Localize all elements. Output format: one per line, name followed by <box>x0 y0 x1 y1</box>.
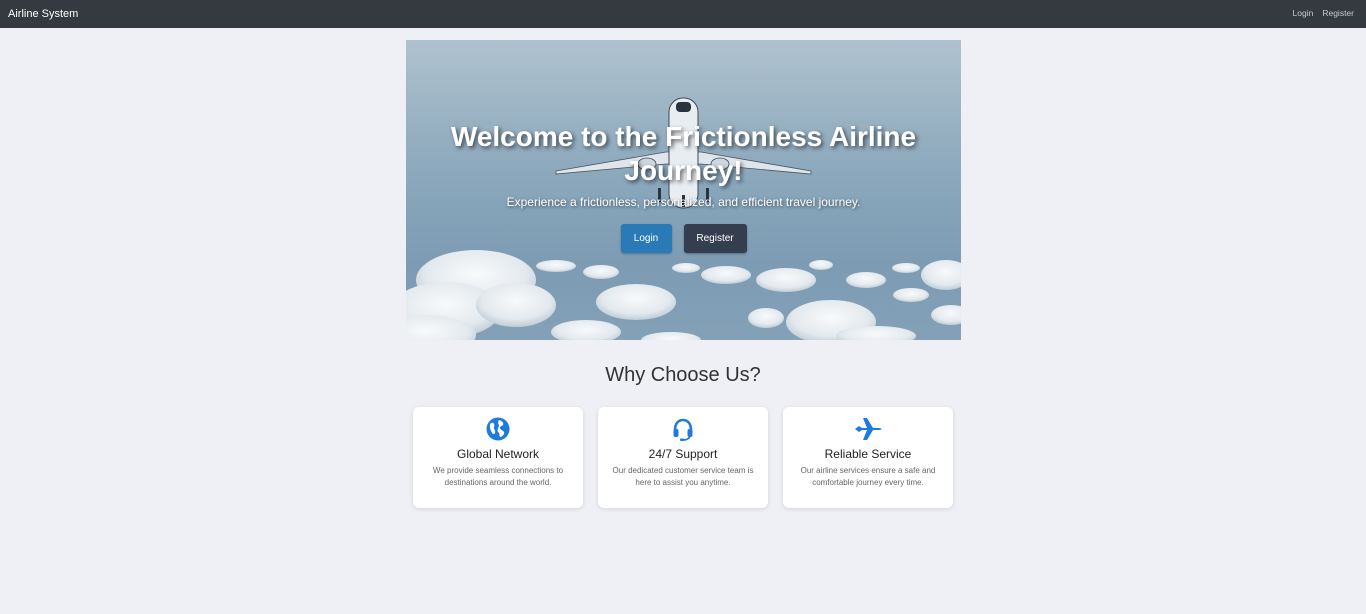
feature-card-global-network: Global Network We provide seamless conne… <box>413 407 583 508</box>
top-navbar: Airline System Login Register <box>0 0 1366 28</box>
hero-register-button[interactable]: Register <box>683 224 747 253</box>
hero-background-image <box>406 40 961 340</box>
feature-card-reliable-service: Reliable Service Our airline services en… <box>783 407 953 508</box>
hero-banner: Welcome to the Frictionless Airline Jour… <box>406 40 961 340</box>
airplane-icon <box>855 418 882 440</box>
feature-title: Reliable Service <box>824 447 912 461</box>
nav-links: Login Register <box>1293 8 1354 18</box>
headset-icon <box>673 418 693 441</box>
feature-description: We provide seamless connections to desti… <box>432 466 564 487</box>
nav-register-link[interactable]: Register <box>1322 8 1354 18</box>
why-choose-us-heading: Why Choose Us? <box>605 364 761 386</box>
brand-logo[interactable]: Airline System <box>8 8 78 20</box>
feature-description: Our airline services ensure a safe and c… <box>800 466 936 487</box>
globe-icon <box>486 417 510 441</box>
hero-subtitle: Experience a frictionless, personalized,… <box>506 195 861 209</box>
feature-cards: Global Network We provide seamless conne… <box>413 407 953 508</box>
feature-description: Our dedicated customer service team is h… <box>612 466 754 487</box>
hero-login-button[interactable]: Login <box>620 224 672 253</box>
feature-card-support: 24/7 Support Our dedicated customer serv… <box>598 407 768 508</box>
feature-title: Global Network <box>456 447 540 461</box>
feature-title: 24/7 Support <box>648 447 718 461</box>
hero-buttons: Login Register <box>406 224 961 253</box>
hero-title: Welcome to the Frictionless Airline Jour… <box>450 121 917 186</box>
nav-login-link[interactable]: Login <box>1293 8 1314 18</box>
